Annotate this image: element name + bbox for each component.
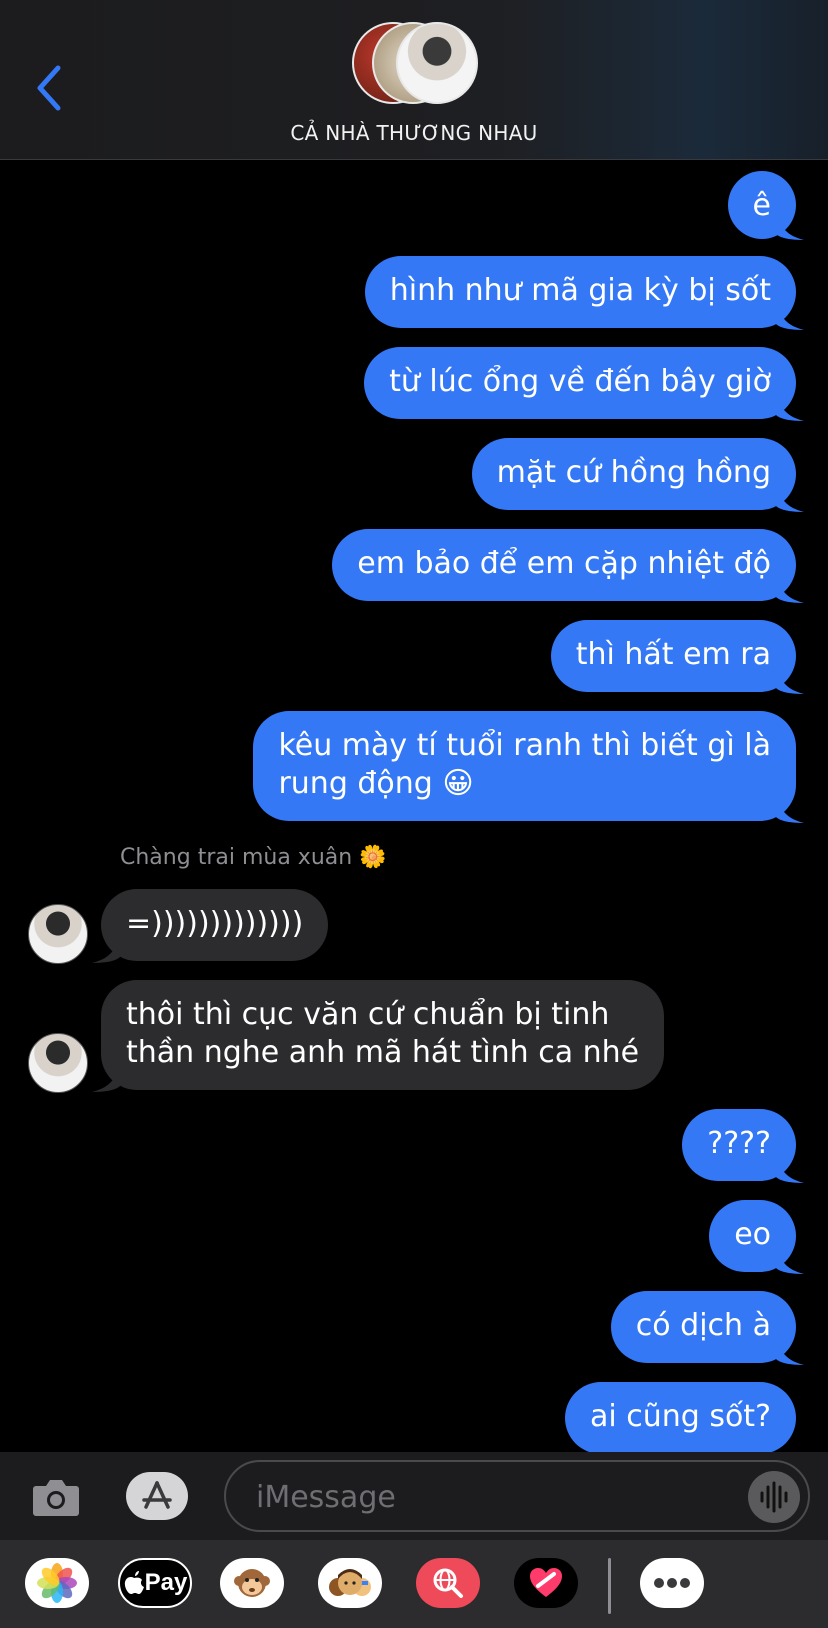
bubble-tail [92, 1064, 120, 1092]
bubble-tail [776, 1155, 804, 1183]
bubble-tail [776, 393, 804, 421]
outgoing-message[interactable]: ai cũng sốt? [564, 1382, 796, 1454]
conversation-header: CẢ NHÀ THƯƠNG NHAU [0, 0, 828, 160]
outgoing-message[interactable]: thì hất em ra [550, 620, 796, 692]
bubble-tail [776, 212, 804, 240]
bubble-tail [776, 302, 804, 330]
apple-pay-label: Pay [144, 1569, 188, 1596]
outgoing-message[interactable]: kêu mày tí tuổi ranh thì biết gì là rung… [253, 711, 796, 821]
sender-avatar[interactable] [28, 1033, 88, 1093]
message-field[interactable] [224, 1460, 810, 1532]
group-name[interactable]: CẢ NHÀ THƯƠNG NHAU [0, 121, 828, 145]
sender-avatar[interactable] [28, 904, 88, 964]
bubble-tail [92, 935, 120, 963]
apple-pay-icon [124, 1571, 144, 1594]
bubble-tail [776, 575, 804, 603]
bubble-tail [776, 666, 804, 694]
group-avatar-3 [396, 22, 478, 104]
more-apps-button[interactable] [640, 1558, 704, 1608]
audio-button[interactable] [748, 1471, 800, 1523]
bubble-tail [776, 1246, 804, 1274]
sender-name: Chàng trai mùa xuân 🌼 [120, 845, 387, 870]
incoming-message[interactable]: =))))))))))))) [101, 889, 329, 961]
bubble-tail [776, 1337, 804, 1365]
camera-icon[interactable] [32, 1474, 80, 1518]
apple-pay-button[interactable]: Pay [118, 1558, 192, 1608]
back-chevron-icon[interactable] [30, 62, 70, 114]
bubble-tail [776, 484, 804, 512]
audio-waveform-icon [760, 1481, 788, 1513]
photos-icon [37, 1563, 77, 1603]
heart-sticker-icon [530, 1568, 562, 1597]
message-input[interactable] [254, 1472, 728, 1522]
outgoing-message[interactable]: hình như mã gia kỳ bị sốt [364, 256, 796, 328]
message-line: kêu mày tí tuổi ranh thì biết gì là [278, 728, 771, 763]
digital-touch-button[interactable] [514, 1558, 578, 1608]
globe-search-icon [433, 1568, 463, 1598]
memoji-button[interactable] [318, 1558, 382, 1608]
message-line: thần nghe anh mã hát tình ca nhé [126, 1035, 640, 1070]
drawer-divider [608, 1558, 611, 1614]
message-line: rung động 😀 [278, 766, 474, 801]
composer-bar [0, 1452, 828, 1540]
app-store-button[interactable] [126, 1472, 188, 1520]
message-line: thôi thì cục văn cứ chuẩn bị tinh [126, 997, 610, 1032]
group-avatar-stack[interactable] [352, 22, 482, 108]
photos-app-button[interactable] [25, 1558, 89, 1608]
bubble-tail [776, 795, 804, 823]
app-store-icon [142, 1481, 172, 1509]
outgoing-message[interactable]: có dịch à [610, 1291, 796, 1363]
animoji-button[interactable] [220, 1558, 284, 1608]
memoji-icon [329, 1569, 371, 1596]
more-icon [654, 1578, 690, 1588]
incoming-message[interactable]: thôi thì cục văn cứ chuẩn bị tinh thần n… [101, 980, 665, 1090]
app-drawer: Pay [0, 1540, 828, 1628]
web-image-search-button[interactable] [416, 1558, 480, 1608]
outgoing-message[interactable]: mặt cứ hồng hồng [471, 438, 796, 510]
monkey-memoji-icon [234, 1569, 270, 1597]
outgoing-message[interactable]: từ lúc ổng về đến bây giờ [364, 347, 796, 419]
outgoing-message[interactable]: em bảo để em cặp nhiệt độ [332, 529, 796, 601]
